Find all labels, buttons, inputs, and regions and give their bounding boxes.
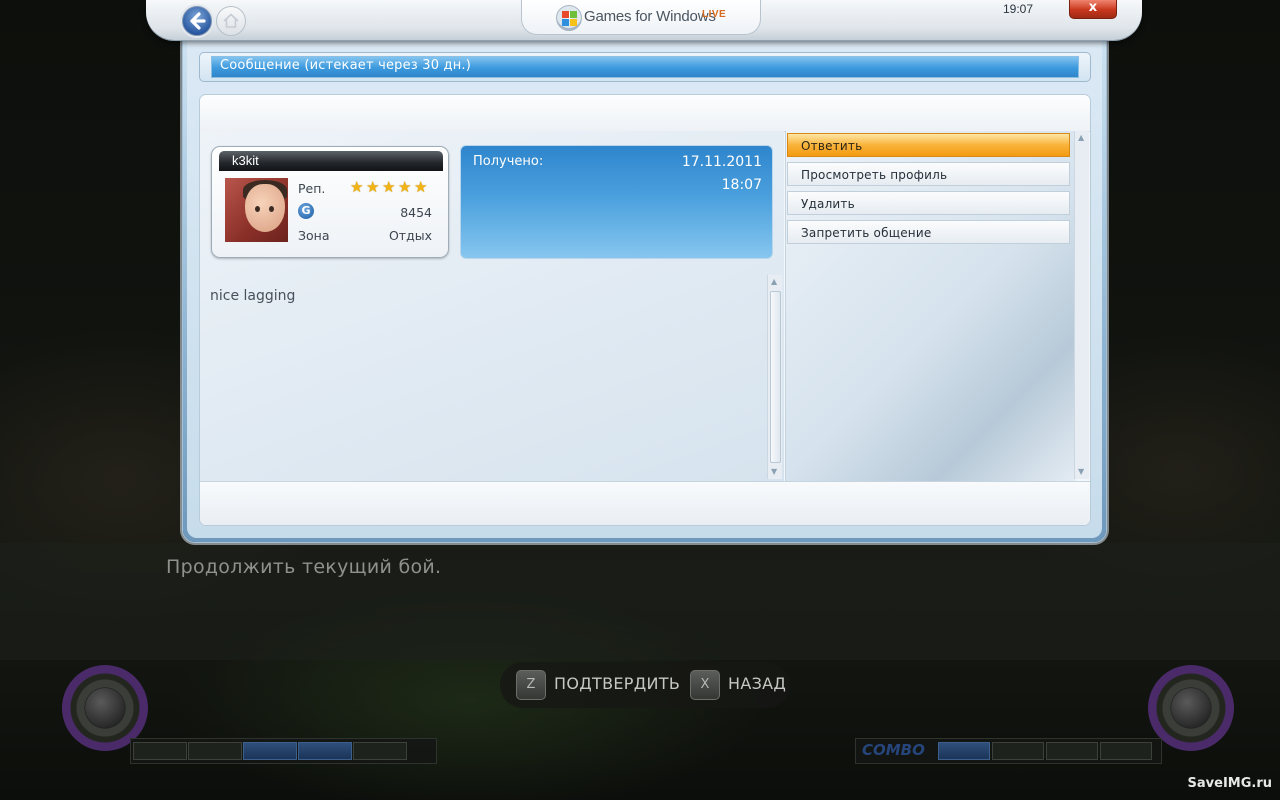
back-hint[interactable]: НАЗАД xyxy=(728,674,786,693)
logo-live-text: LIVE xyxy=(702,9,727,20)
star-icon: ★ xyxy=(366,178,380,196)
received-date: 17.11.2011 xyxy=(681,154,762,170)
x-key-icon: X xyxy=(690,670,720,700)
content-header-strip xyxy=(200,95,1090,132)
star-icon: ★ xyxy=(382,178,396,196)
home-button[interactable] xyxy=(216,6,246,36)
gamerscore-icon: G xyxy=(298,203,314,219)
star-icon: ★ xyxy=(398,178,412,196)
star-icon: ★ xyxy=(414,178,428,196)
rep-label: Реп. xyxy=(298,181,326,196)
watermark: SaveIMG.ru xyxy=(1187,776,1272,791)
star-icon: ★ xyxy=(350,178,364,196)
close-button[interactable]: x xyxy=(1069,0,1117,19)
combo-label: COMBO xyxy=(862,741,925,759)
reply-button[interactable]: Ответить xyxy=(787,133,1070,157)
logo-text: Games for Windows xyxy=(584,8,716,25)
message-body: nice lagging xyxy=(210,288,296,304)
content-footer-strip xyxy=(200,481,1090,525)
back-button[interactable] xyxy=(182,6,212,36)
z-key-icon: Z xyxy=(516,670,546,700)
page-title: Сообщение (истекает через 30 дн.) xyxy=(220,58,472,73)
block-communication-button[interactable]: Запретить общение xyxy=(787,220,1070,244)
sender-gamertag: k3kit xyxy=(232,153,259,168)
confirm-hint[interactable]: ПОДТВЕРДИТЬ xyxy=(554,674,680,693)
zone-value: Отдых xyxy=(388,228,432,243)
avatar xyxy=(225,178,288,242)
received-time: 18:07 xyxy=(721,177,762,193)
gamerscore-value: 8454 xyxy=(400,205,432,220)
windows-logo-icon xyxy=(556,5,582,31)
super-meter-left xyxy=(130,738,437,764)
actions-scrollbar[interactable]: ▲ ▼ xyxy=(1074,131,1089,479)
clock: 19:07 xyxy=(1003,2,1034,16)
received-label: Получено: xyxy=(473,154,544,169)
home-icon xyxy=(223,13,239,28)
message-scrollbar[interactable]: ▲ ▼ xyxy=(767,275,782,479)
view-profile-button[interactable]: Просмотреть профиль xyxy=(787,162,1070,186)
games-for-windows-logo: Games for Windows LIVE xyxy=(521,0,761,35)
zone-label: Зона xyxy=(298,228,330,243)
resume-fight-option[interactable]: Продолжить текущий бой. xyxy=(166,556,441,578)
back-arrow-icon xyxy=(190,12,206,30)
delete-button[interactable]: Удалить xyxy=(787,191,1070,215)
